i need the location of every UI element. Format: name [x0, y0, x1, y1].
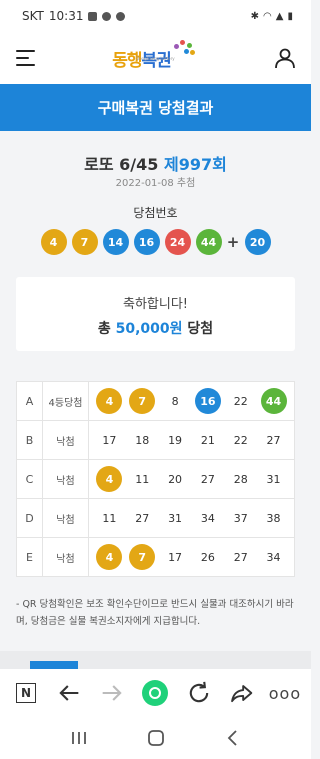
forward-arrow-icon[interactable] [98, 679, 126, 707]
page-title: 구매복권 당첨결과 [0, 84, 311, 131]
logo-dots-icon [172, 39, 196, 64]
ticket-row: C 낙첨 4 11 20 27 28 31 [16, 459, 295, 499]
battery-icon: ▮ [287, 10, 293, 22]
ticket-result: 낙첨 [42, 459, 89, 499]
download-notification-icon [116, 11, 126, 21]
signal-icon: ▲ [275, 10, 284, 22]
ticket-number: 11 [135, 472, 150, 486]
prize-money: 50,000원 [115, 321, 183, 337]
ticket-number: 17 [102, 433, 117, 447]
ticket-label: B [16, 420, 43, 460]
ticket-number: 27 [200, 472, 215, 486]
green-home-icon [142, 680, 169, 706]
winning-ball: 4 [40, 229, 67, 255]
ticket-number: 31 [266, 472, 281, 486]
matched-number-ball: 4 [96, 388, 123, 414]
recent-apps-icon[interactable] [59, 723, 99, 753]
back-arrow-icon[interactable] [55, 679, 83, 707]
ticket-result: 4등당첨 [42, 381, 89, 421]
user-account-icon[interactable] [273, 46, 297, 70]
ticket-label: D [16, 498, 43, 538]
matched-number-ball: 44 [260, 388, 287, 414]
more-options-icon[interactable]: ooo [269, 679, 300, 707]
ticket-result: 낙첨 [42, 420, 89, 460]
winning-ball: 24 [164, 229, 191, 255]
system-navigation-bar [0, 717, 311, 759]
home-icon[interactable] [136, 723, 176, 753]
ticket-number: 18 [135, 433, 150, 447]
ticket-row: B 낙첨 17 18 19 21 22 27 [16, 420, 295, 460]
naver-home-button[interactable]: N [12, 679, 40, 707]
notice-text: - QR 당첨확인은 보조 확인수단이므로 반드시 실물과 대조하시기 바라며,… [16, 599, 294, 627]
ticket-number: 17 [168, 550, 183, 564]
naver-n-icon: N [16, 683, 36, 703]
ticket-results-table: A 4등당첨 4 7 8 16 22 44 B 낙첨 17 18 19 21 22 27 C 낙첨 4 11 20 27 2… [16, 381, 295, 577]
bluetooth-icon: ✱ [250, 10, 260, 22]
browser-home-button[interactable] [141, 679, 169, 707]
carrier-label: SKT [22, 9, 44, 23]
winning-ball: 44 [195, 229, 222, 255]
share-icon[interactable] [228, 679, 256, 707]
gallery-notification-icon [88, 11, 98, 21]
winning-numbers: 4 7 14 16 24 44 +20 [0, 229, 311, 255]
ticket-number: 21 [200, 433, 215, 447]
winning-ball: 16 [133, 229, 160, 255]
matched-number-ball: 7 [129, 388, 156, 414]
prize-amount: 총 50,000원 당첨 [16, 318, 295, 338]
ticket-number: 31 [168, 511, 183, 525]
menu-icon[interactable] [16, 50, 35, 66]
browser-toolbar: N ooo [0, 669, 311, 717]
ticket-number: 26 [200, 550, 215, 564]
ticket-number: 34 [200, 511, 215, 525]
ticket-number: 19 [168, 433, 183, 447]
back-icon[interactable] [213, 723, 253, 753]
ticket-label: A [16, 381, 43, 421]
logo-subtitle: Donghaeng Lottery [136, 56, 175, 61]
ticket-number: 27 [233, 550, 248, 564]
ticket-row: E 낙첨 4 7 17 26 27 34 [16, 537, 295, 577]
ticket-number: 11 [102, 511, 117, 525]
ticket-number: 27 [266, 433, 281, 447]
ticket-label: E [16, 537, 43, 577]
ticket-number: 38 [266, 511, 281, 525]
ticket-number: 34 [266, 550, 281, 564]
ticket-label: C [16, 459, 43, 499]
content-below-fold [0, 651, 311, 669]
ticket-number: 27 [135, 511, 150, 525]
ticket-number: 37 [233, 511, 248, 525]
result-content: 로또 6/45 제997회 2022-01-08 추첨 당첨번호 4 7 14 16 2… [0, 131, 311, 651]
bonus-ball: 20 [244, 229, 271, 255]
matched-number-ball: 7 [129, 544, 156, 570]
bonus-plus-sign: + [226, 233, 240, 251]
ticket-row: A 4등당첨 4 7 8 16 22 44 [16, 381, 295, 421]
draw-date: 2022-01-08 추첨 [115, 178, 196, 189]
prize-suffix: 당첨 [187, 321, 214, 337]
matched-number-ball: 4 [96, 466, 123, 492]
clock: 10:31 [48, 9, 84, 23]
congrats-message: 축하합니다! [122, 297, 188, 312]
ticket-row: D 낙첨 11 27 31 34 37 38 [16, 498, 295, 538]
ticket-number: 8 [171, 394, 179, 408]
wifi-icon: ◠ [263, 10, 272, 22]
status-bar: SKT 10:31 ✱ ◠ ▲ ▮ [0, 0, 311, 32]
winning-ball: 7 [71, 229, 98, 255]
game-name: 로또 6/45 [84, 155, 159, 174]
winning-ball: 14 [102, 229, 129, 255]
winning-numbers-label: 당첨번호 [133, 206, 178, 220]
ticket-result: 낙첨 [42, 537, 89, 577]
draw-title: 로또 6/45 제997회 [0, 151, 311, 175]
refresh-icon[interactable] [185, 679, 213, 707]
ticket-number: 22 [233, 433, 248, 447]
ticket-result: 낙첨 [42, 498, 89, 538]
matched-number-ball: 16 [194, 388, 221, 414]
draw-round: 제997회 [164, 155, 227, 174]
facebook-notification-icon [102, 11, 112, 21]
ticket-number: 28 [233, 472, 248, 486]
matched-number-ball: 4 [96, 544, 123, 570]
prize-prefix: 총 [97, 321, 111, 337]
prize-card: 축하합니다! 총 50,000원 당첨 [16, 277, 295, 351]
ticket-number: 20 [168, 472, 183, 486]
ticket-number: 22 [233, 394, 248, 408]
